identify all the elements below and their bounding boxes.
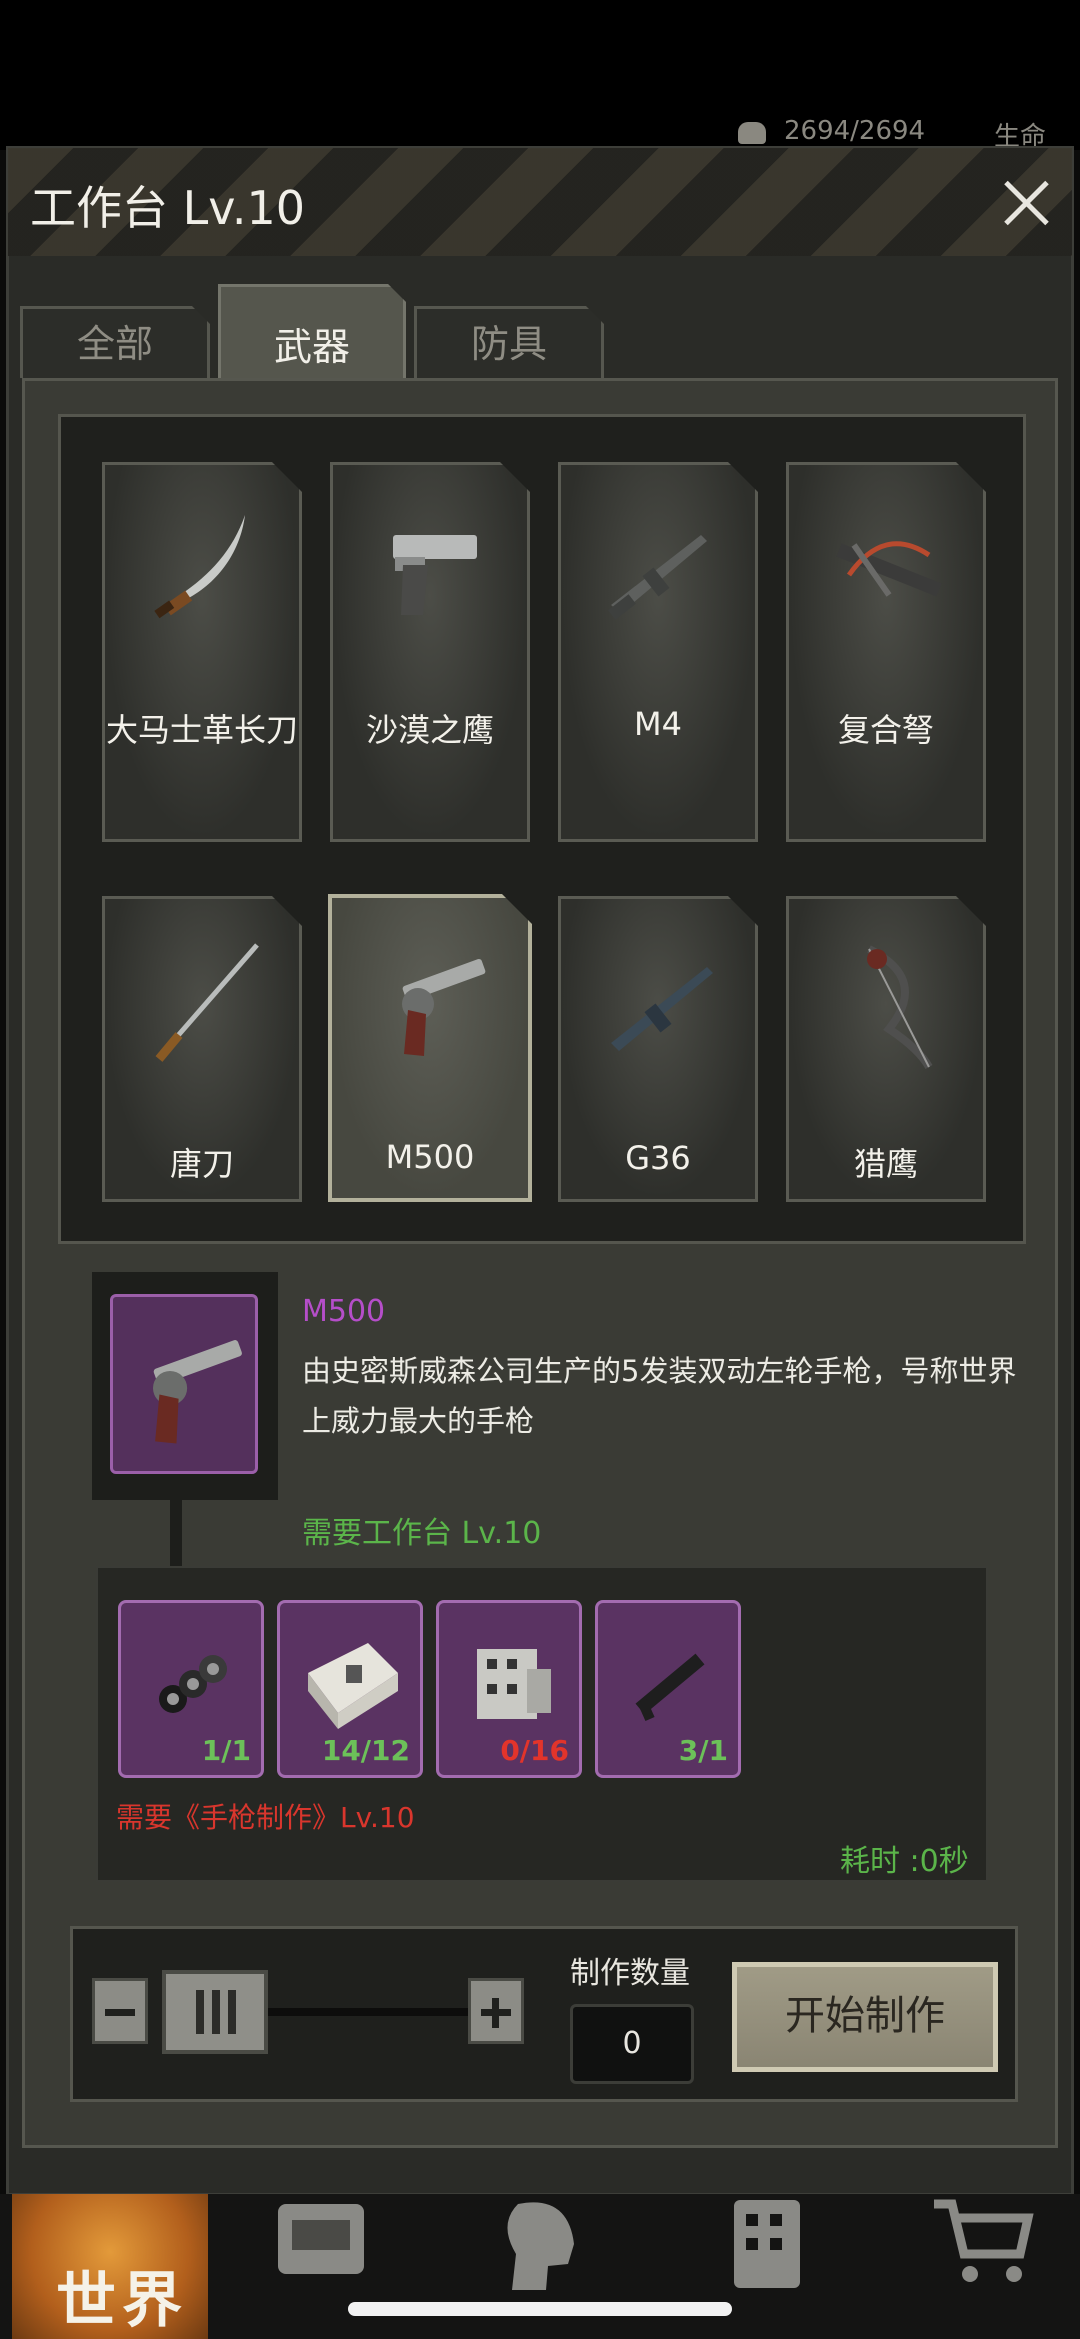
weapon-card[interactable]: 唐刀	[102, 896, 302, 1202]
weapon-name: 唐刀	[169, 1145, 234, 1183]
metal-block-icon	[308, 1643, 398, 1729]
compound-bow-icon	[829, 939, 949, 1069]
backpack-icon[interactable]	[266, 2194, 376, 2294]
mechanical-part-icon	[477, 1649, 551, 1719]
shopping-cart-icon[interactable]	[928, 2194, 1038, 2294]
weapon-name: 猎鹰	[853, 1145, 918, 1183]
character-head-icon[interactable]	[488, 2194, 598, 2294]
quantity-field[interactable]: 0	[570, 2004, 694, 2084]
craft-time: 耗时 :0秒	[840, 1844, 969, 1879]
weapon-card[interactable]: 复合弩	[786, 462, 986, 842]
grip-line	[228, 1990, 236, 2034]
minus-icon	[105, 2009, 135, 2016]
weapon-name: G36	[625, 1139, 691, 1177]
building-icon[interactable]	[714, 2194, 824, 2294]
home-indicator[interactable]	[348, 2302, 732, 2316]
weapon-name: 复合弩	[837, 711, 934, 749]
scimitar-icon	[145, 505, 265, 635]
material-count: 3/1	[678, 1734, 728, 1767]
weapon-name: 沙漠之鹰	[365, 711, 494, 749]
pistol-icon	[373, 505, 493, 635]
weapon-card[interactable]: 猎鹰	[786, 896, 986, 1202]
heart-icon	[738, 122, 766, 144]
material-slot[interactable]: 1/1	[118, 1600, 264, 1778]
tab-armor[interactable]: 防具	[414, 306, 604, 378]
material-slot[interactable]: 14/12	[277, 1600, 423, 1778]
quantity-slider-thumb[interactable]	[162, 1970, 268, 2054]
close-button[interactable]	[996, 172, 1056, 232]
material-slot[interactable]: 0/16	[436, 1600, 582, 1778]
material-count: 0/16	[500, 1734, 569, 1767]
weapon-card[interactable]: M4	[558, 462, 758, 842]
rifle-icon	[601, 939, 721, 1069]
rifle-icon	[601, 505, 721, 635]
weapon-card-selected[interactable]: M500	[328, 894, 532, 1202]
revolver-icon	[153, 1340, 242, 1444]
weapon-card[interactable]: 大马士革长刀	[102, 462, 302, 842]
connector-line	[170, 1500, 182, 1568]
nav-world-label: 世界	[56, 2266, 188, 2336]
grip-line	[196, 1990, 204, 2034]
grip-line	[212, 1990, 220, 2034]
increase-button[interactable]	[468, 1978, 524, 2044]
revolver-icon	[372, 938, 492, 1068]
page-title: 工作台 Lv.10	[30, 181, 306, 235]
bench-requirement: 需要工作台 Lv.10	[302, 1516, 542, 1551]
weapon-name: M500	[385, 1138, 475, 1176]
item-name: M500	[302, 1294, 386, 1329]
weapon-card[interactable]: 沙漠之鹰	[330, 462, 530, 842]
quantity-label: 制作数量	[570, 1956, 690, 1991]
gun-barrel-icon	[635, 1653, 705, 1722]
skill-requirement: 需要《手枪制作》Lv.10	[116, 1801, 415, 1834]
material-slot[interactable]: 3/1	[595, 1600, 741, 1778]
hp-value: 2694/2694	[784, 116, 926, 146]
weapon-card[interactable]: G36	[558, 896, 758, 1202]
weapon-name: 大马士革长刀	[105, 711, 298, 749]
material-count: 14/12	[321, 1734, 410, 1767]
tab-all[interactable]: 全部	[20, 306, 210, 378]
start-craft-button[interactable]: 开始制作	[732, 1962, 998, 2072]
decrease-button[interactable]	[92, 1978, 148, 2044]
tab-weapons[interactable]: 武器	[218, 284, 406, 380]
weapon-name: M4	[634, 705, 682, 743]
katana-icon	[145, 939, 265, 1069]
crossbow-icon	[829, 505, 949, 635]
material-count: 1/1	[201, 1734, 251, 1767]
selected-item-icon	[110, 1294, 258, 1474]
item-description: 由史密斯威森公司生产的5发装双动左轮手枪，号称世界上威力最大的手枪	[302, 1354, 1017, 1438]
pipes-icon	[159, 1655, 227, 1713]
